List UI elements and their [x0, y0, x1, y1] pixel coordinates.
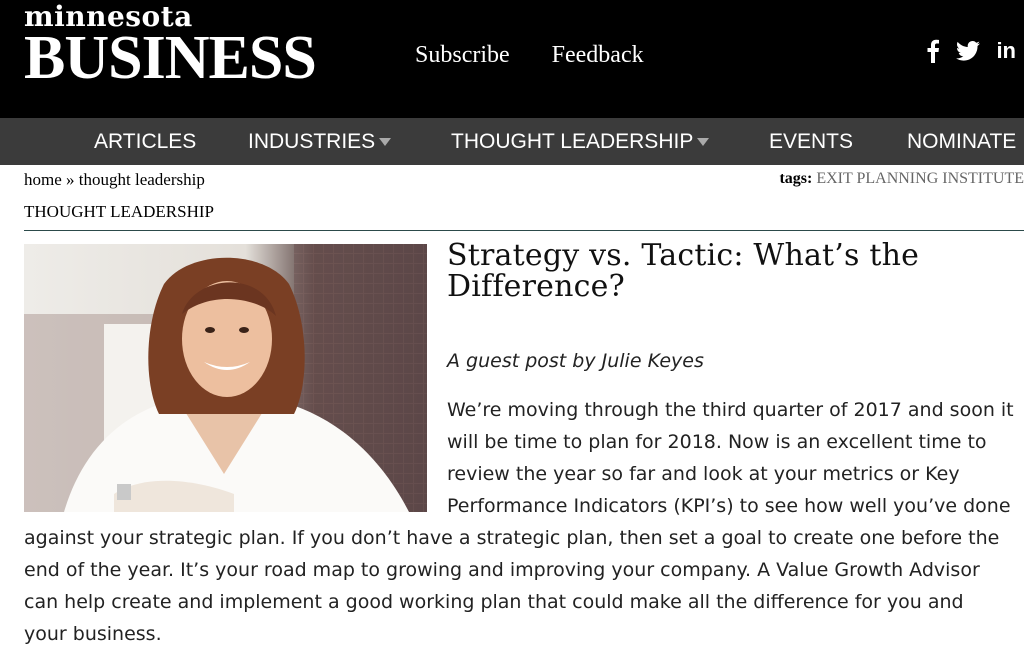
nav-articles[interactable]: ARTICLES: [94, 118, 196, 165]
chevron-down-icon: [379, 138, 392, 147]
logo-bottom-text: BUSINESS: [24, 24, 317, 92]
facebook-icon[interactable]: [926, 39, 940, 63]
nav-thought-leadership[interactable]: THOUGHT LEADERSHIP: [451, 118, 710, 165]
tag-link[interactable]: EXIT PLANNING INSTITUTE: [816, 170, 1024, 187]
article-byline: A guest post by Julie Keyes: [447, 350, 704, 372]
nav-industries-label: INDUSTRIES: [248, 130, 376, 153]
tags-row: tags: EXIT PLANNING INSTITUTE: [779, 170, 1024, 188]
article-body-line: will be time to plan for 2018. Now is an…: [447, 431, 987, 453]
section-title: THOUGHT LEADERSHIP: [24, 202, 214, 221]
article-body-line: Performance Indicators (KPI’s) to see ho…: [447, 495, 1011, 517]
site-logo[interactable]: minnesota BUSINESS: [24, 2, 317, 92]
tags-label: tags:: [779, 170, 813, 187]
nav-thought-leadership-label: THOUGHT LEADERSHIP: [451, 130, 694, 153]
article-body-line: We’re moving through the third quarter o…: [447, 399, 1014, 421]
author-photo: [24, 244, 427, 512]
site-header: minnesota BUSINESS Subscribe Feedback in: [0, 0, 1024, 118]
article-title: Strategy vs. Tactic: What’s the Differen…: [447, 240, 1017, 302]
nav-nominate[interactable]: NOMINATE: [907, 118, 1016, 165]
chevron-down-icon: [697, 138, 710, 147]
subscribe-link[interactable]: Subscribe: [415, 42, 510, 68]
article-body-line: against your strategic plan. If you don’…: [24, 527, 1000, 549]
breadcrumb: home » thought leadership: [24, 170, 205, 190]
social-links: in: [926, 38, 1016, 64]
twitter-icon[interactable]: [956, 41, 981, 61]
breadcrumb-home-link[interactable]: home: [24, 170, 62, 189]
nav-events[interactable]: EVENTS: [769, 118, 853, 165]
nav-industries[interactable]: INDUSTRIES: [248, 118, 392, 165]
article-title-line-1: Strategy vs. Tactic: What’s the: [447, 238, 920, 273]
article-body-line: end of the year. It’s your road map to g…: [24, 559, 980, 581]
feedback-link[interactable]: Feedback: [552, 42, 644, 68]
article-body-line: review the year so far and look at your …: [447, 463, 960, 485]
nav-articles-label: ARTICLES: [94, 130, 197, 153]
nav-events-label: EVENTS: [769, 130, 854, 153]
article-title-line-2: Difference?: [447, 269, 625, 304]
main-nav: ARTICLES INDUSTRIES THOUGHT LEADERSHIP E…: [0, 118, 1024, 165]
breadcrumb-current-link[interactable]: thought leadership: [79, 170, 205, 189]
top-links: Subscribe Feedback: [415, 42, 682, 69]
linkedin-icon[interactable]: in: [996, 38, 1016, 64]
breadcrumb-separator: »: [66, 170, 75, 189]
nav-nominate-label: NOMINATE: [907, 130, 1017, 153]
section-divider: [24, 230, 1024, 231]
article-body-line: your business.: [24, 623, 162, 645]
article-body-line: can help create and implement a good wor…: [24, 591, 964, 613]
